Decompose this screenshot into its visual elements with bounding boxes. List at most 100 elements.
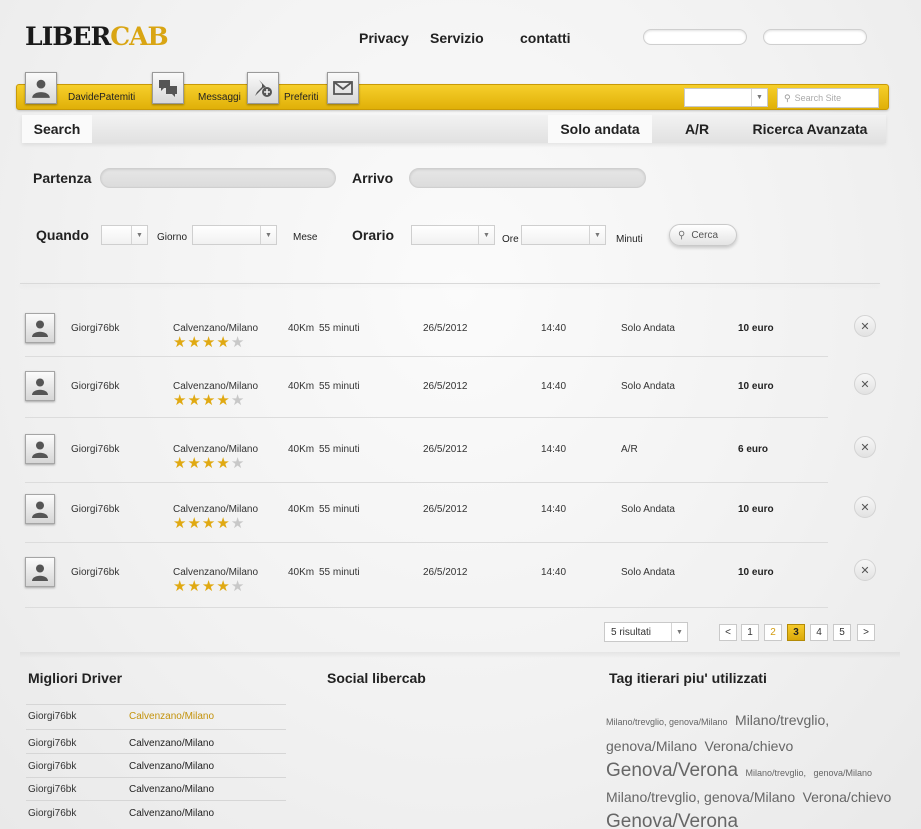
result-price: 10 euro: [738, 323, 774, 334]
best-driver-route[interactable]: Calvenzano/Milano: [129, 738, 214, 749]
route-tag[interactable]: genova/Milano: [606, 738, 697, 754]
result-user[interactable]: Giorgi76bk: [71, 381, 119, 392]
mail-button[interactable]: [327, 72, 359, 104]
remove-result-button[interactable]: ✕: [854, 315, 876, 337]
remove-result-button[interactable]: ✕: [854, 559, 876, 581]
toolbar-username[interactable]: DavidePatemiti: [68, 92, 135, 103]
arrival-input[interactable]: [409, 168, 646, 188]
login-password-input[interactable]: [763, 29, 867, 45]
route-tag[interactable]: Milano/trevglio,: [746, 768, 807, 778]
page-4[interactable]: 4: [810, 624, 828, 641]
best-driver-route[interactable]: Calvenzano/Milano: [129, 761, 214, 772]
route-tag[interactable]: Milano/trevglio,: [735, 712, 829, 728]
result-distance: 40Km: [288, 504, 315, 515]
tab-andata-ritorno[interactable]: A/R: [670, 115, 724, 143]
tags-title: Tag itierari piu' utilizzati: [609, 670, 767, 686]
page-2[interactable]: 2: [764, 624, 782, 641]
best-driver-name[interactable]: Giorgi76bk: [28, 738, 76, 749]
best-driver-name[interactable]: Giorgi76bk: [28, 808, 76, 819]
result-user[interactable]: Giorgi76bk: [71, 323, 119, 334]
page-1[interactable]: 1: [741, 624, 759, 641]
route-tag[interactable]: Verona/chievo: [803, 789, 892, 805]
result-user[interactable]: Giorgi76bk: [71, 444, 119, 455]
toolbar-messages-label[interactable]: Messaggi: [198, 92, 241, 103]
nav-servizio[interactable]: Servizio: [430, 30, 484, 46]
chevron-down-icon: ▼: [260, 226, 276, 244]
best-driver-name[interactable]: Giorgi76bk: [28, 711, 76, 722]
driver-avatar[interactable]: [25, 494, 55, 524]
tab-search[interactable]: Search: [22, 115, 92, 143]
social-title: Social libercab: [327, 670, 426, 686]
driver-avatar[interactable]: [25, 557, 55, 587]
next-page-button[interactable]: >: [857, 624, 875, 641]
messages-button[interactable]: [152, 72, 184, 104]
route-tag[interactable]: Genova/Verona: [606, 760, 738, 781]
result-date: 26/5/2012: [423, 444, 468, 455]
login-username-input[interactable]: [643, 29, 747, 45]
result-route: Calvenzano/Milano: [173, 504, 259, 515]
star-icon: ★: [216, 455, 230, 472]
result-user[interactable]: Giorgi76bk: [71, 504, 119, 515]
result-time: 14:40: [541, 444, 567, 455]
day-label: Giorno: [157, 232, 188, 243]
day-select[interactable]: ▼: [101, 225, 148, 245]
star-icon: ★: [216, 515, 230, 532]
remove-result-button[interactable]: ✕: [854, 373, 876, 395]
result-time: 14:40: [541, 567, 567, 578]
route-tag[interactable]: Milano/trevglio, genova/Milano: [606, 717, 728, 727]
tab-ricerca-avanzata[interactable]: Ricerca Avanzata: [748, 115, 872, 143]
logo[interactable]: LIBERCAB: [25, 22, 169, 51]
nav-privacy[interactable]: Privacy: [359, 30, 409, 46]
toolbar-select[interactable]: ▼: [684, 88, 768, 107]
best-driver-name[interactable]: Giorgi76bk: [28, 761, 76, 772]
best-driver-route[interactable]: Calvenzano/Milano: [129, 808, 214, 819]
result-user[interactable]: Giorgi76bk: [71, 567, 119, 578]
departure-input[interactable]: [100, 168, 336, 188]
driver-row-divider: [26, 800, 286, 801]
row-divider: [25, 482, 828, 483]
star-icon: ★: [173, 515, 187, 532]
result-time: 14:40: [541, 504, 567, 515]
result-date: 26/5/2012: [423, 504, 468, 515]
driver-avatar[interactable]: [25, 313, 55, 343]
chevron-down-icon: ▼: [671, 623, 687, 641]
result-price: 6 euro: [738, 444, 769, 455]
best-driver-route[interactable]: Calvenzano/Milano: [129, 784, 214, 795]
remove-result-button[interactable]: ✕: [854, 436, 876, 458]
results-per-page-value: 5 risultati: [611, 626, 652, 638]
search-button[interactable]: ⚲ Cerca: [669, 224, 737, 246]
route-tag[interactable]: Milano/trevglio, genova/Milano: [606, 789, 795, 805]
toolbar-favorites-label[interactable]: Preferiti: [284, 92, 318, 103]
results-per-page-select[interactable]: 5 risultati ▼: [604, 622, 688, 642]
time-label: Orario: [352, 227, 395, 243]
user-icon: [32, 564, 48, 581]
page-3-current[interactable]: 3: [787, 624, 805, 641]
nav-contatti[interactable]: contatti: [520, 30, 571, 46]
star-icon: ★: [173, 334, 187, 351]
driver-row-divider: [26, 729, 286, 730]
best-driver-name[interactable]: Giorgi76bk: [28, 784, 76, 795]
result-price: 10 euro: [738, 504, 774, 515]
prev-page-button[interactable]: <: [719, 624, 737, 641]
hours-select[interactable]: ▼: [411, 225, 495, 245]
best-driver-route[interactable]: Calvenzano/Milano: [129, 711, 214, 722]
month-select[interactable]: ▼: [192, 225, 277, 245]
driver-avatar[interactable]: [25, 434, 55, 464]
best-drivers-title: Migliori Driver: [28, 670, 123, 686]
page-5[interactable]: 5: [833, 624, 851, 641]
route-tag[interactable]: genova/Milano: [813, 768, 872, 778]
row-divider: [25, 356, 828, 357]
site-search-input[interactable]: ⚲ Search Site: [777, 88, 879, 108]
star-icon: ★: [187, 578, 201, 595]
favorites-button[interactable]: [247, 72, 279, 104]
route-tag[interactable]: Verona/chievo: [705, 738, 794, 754]
driver-avatar[interactable]: [25, 371, 55, 401]
minutes-select[interactable]: ▼: [521, 225, 606, 245]
remove-result-button[interactable]: ✕: [854, 496, 876, 518]
star-icon: ★: [173, 578, 187, 595]
route-tag[interactable]: Genova/Verona: [606, 811, 738, 829]
month-label: Mese: [293, 232, 318, 243]
tab-solo-andata[interactable]: Solo andata: [548, 115, 652, 143]
profile-button[interactable]: [25, 72, 57, 104]
star-icon: ★: [187, 455, 201, 472]
